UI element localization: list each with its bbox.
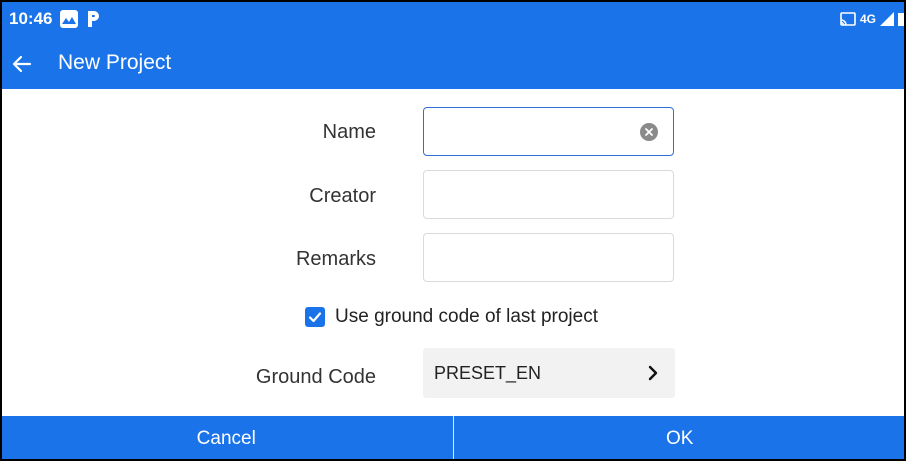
name-input[interactable] xyxy=(424,108,673,155)
name-label: Name xyxy=(322,121,376,143)
status-time: 10:46 xyxy=(9,9,53,28)
action-bar: Cancel OK xyxy=(0,416,906,461)
chevron-right-icon xyxy=(648,365,658,381)
page-title: New Project xyxy=(58,51,172,74)
use-last-ground-code-label: Use ground code of last project xyxy=(335,306,598,327)
remarks-field[interactable] xyxy=(423,233,674,282)
use-last-ground-code-checkbox[interactable] xyxy=(305,307,325,327)
checkmark-icon xyxy=(308,312,322,323)
signal-icon xyxy=(880,12,894,26)
use-last-ground-code-row[interactable]: Use ground code of last project xyxy=(305,305,598,329)
p-app-notification-icon xyxy=(88,11,99,27)
ground-code-value: PRESET_EN xyxy=(434,363,542,383)
remarks-input[interactable] xyxy=(424,234,673,281)
battery-icon xyxy=(898,13,906,26)
network-type: 4G xyxy=(859,12,876,26)
cancel-button[interactable]: Cancel xyxy=(0,416,453,461)
app-bar: New Project xyxy=(0,38,906,89)
action-divider xyxy=(452,416,454,461)
photos-notification-icon xyxy=(60,10,78,28)
remarks-label: Remarks xyxy=(295,248,376,270)
creator-field[interactable] xyxy=(423,170,674,219)
ground-code-select[interactable]: PRESET_EN xyxy=(423,348,675,398)
name-field[interactable] xyxy=(423,107,674,156)
ok-button[interactable]: OK xyxy=(454,416,906,461)
new-project-screen: 10:46 4G New Project Name Creator Remark… xyxy=(0,0,906,461)
creator-label: Creator xyxy=(309,185,376,207)
ground-code-label: Ground Code xyxy=(255,366,376,388)
clear-icon[interactable] xyxy=(640,123,658,141)
status-icons: 4G xyxy=(840,11,906,27)
arrow-left-icon[interactable] xyxy=(10,52,34,76)
status-bar: 10:46 4G xyxy=(0,0,906,38)
cast-icon xyxy=(840,12,856,26)
creator-input[interactable] xyxy=(424,171,673,218)
